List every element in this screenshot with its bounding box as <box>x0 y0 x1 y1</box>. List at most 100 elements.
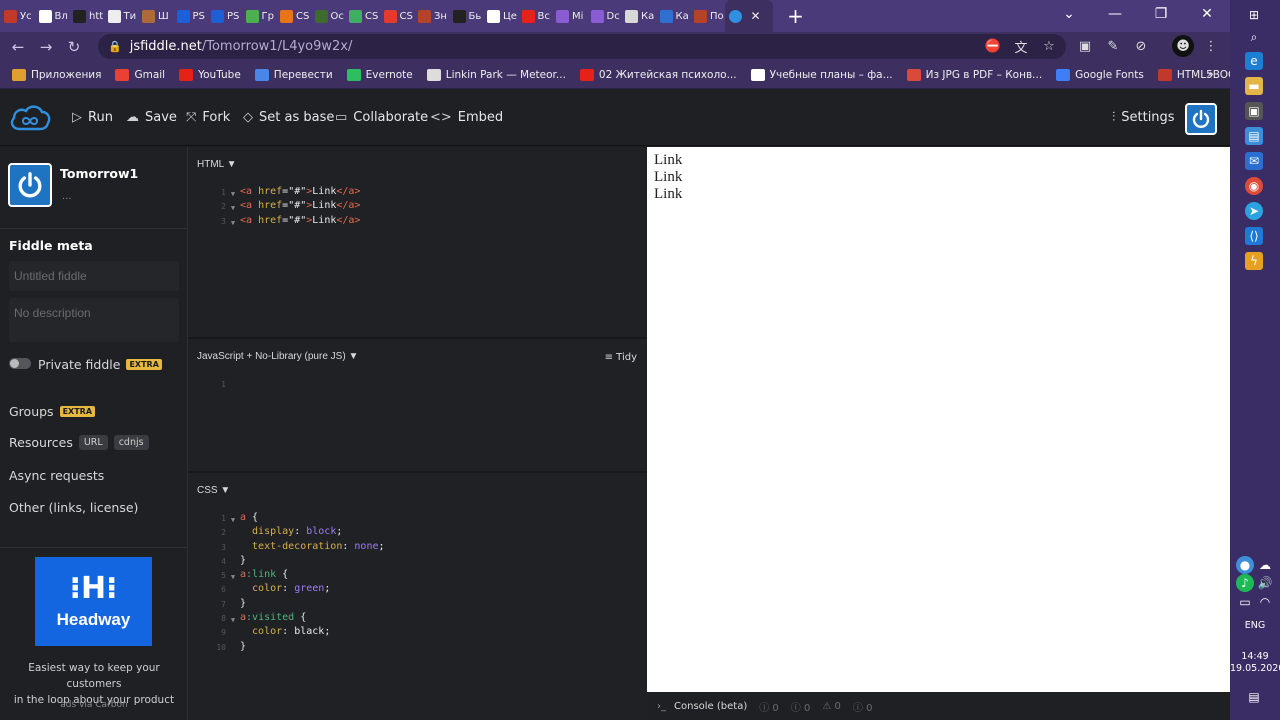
chrome-icon[interactable]: ◉ <box>1245 177 1263 195</box>
back-icon[interactable]: ← <box>4 38 32 56</box>
username[interactable]: Tomorrow1 <box>60 166 138 181</box>
user-menu-button[interactable] <box>1185 103 1217 135</box>
extension-icon[interactable]: ▣ <box>1074 35 1096 57</box>
bookmark-item[interactable]: 02 Житейская психоло... <box>579 68 737 81</box>
sidebar-item-groups[interactable]: Groups EXTRA <box>9 404 96 419</box>
sidebar-item-async[interactable]: Async requests <box>9 468 104 483</box>
sidebar-item-other[interactable]: Other (links, license) <box>9 500 138 515</box>
browser-tab[interactable]: CS <box>276 0 311 32</box>
bookmarks-more-icon[interactable]: » <box>1207 67 1214 81</box>
avatar[interactable] <box>8 163 52 207</box>
js-code[interactable]: 1 <box>208 377 226 391</box>
translate-icon[interactable]: 文 <box>1010 35 1032 57</box>
sidebar-item-resources[interactable]: Resources URL cdnjs <box>9 435 149 450</box>
browser-tab[interactable]: CS <box>345 0 380 32</box>
notifications-icon[interactable]: ▤ <box>1245 688 1263 706</box>
browser-tab[interactable]: Dc <box>587 0 622 32</box>
close-icon[interactable]: ✕ <box>1184 0 1230 32</box>
file-explorer-icon[interactable]: ▬ <box>1245 77 1263 95</box>
volume-icon[interactable]: 🔊 <box>1256 574 1274 592</box>
battery-icon[interactable]: ▭ <box>1236 593 1254 611</box>
carbon-ad-image[interactable]: ⁝H⁝ Headway <box>35 557 152 646</box>
fold-arrow-icon[interactable]: ▼ <box>226 568 240 582</box>
app-icon[interactable]: ϟ <box>1245 252 1263 270</box>
wifi-icon[interactable]: ◠ <box>1256 593 1274 611</box>
search-icon[interactable]: ⌕ <box>1245 28 1263 46</box>
fiddle-description-input[interactable]: No description <box>9 298 179 342</box>
browser-tab[interactable]: По <box>690 0 725 32</box>
spotify-icon[interactable]: ♪ <box>1236 574 1254 592</box>
browser-tab[interactable]: Вл <box>35 0 70 32</box>
minimize-icon[interactable]: — <box>1092 0 1138 32</box>
fold-arrow-icon[interactable]: ▼ <box>226 611 240 625</box>
clock-date[interactable]: 19.05.2020 <box>1230 663 1280 674</box>
vscode-icon[interactable]: ⟨⟩ <box>1245 227 1263 245</box>
tab-close-icon[interactable]: ✕ <box>751 9 761 23</box>
bookmark-item[interactable]: Из JPG в PDF – Конв... <box>906 68 1042 81</box>
edge-icon[interactable]: e <box>1245 52 1263 70</box>
bookmark-item[interactable]: Gmail <box>115 68 165 81</box>
browser-tab[interactable]: Вс <box>518 0 553 32</box>
star-icon[interactable]: ☆ <box>1038 35 1060 57</box>
save-button[interactable]: ☁ Save <box>126 110 177 125</box>
result-link[interactable]: Link <box>654 152 1230 169</box>
browser-tab[interactable]: Ус <box>0 0 35 32</box>
js-panel-title[interactable]: JavaScript + No-Library (pure JS) ▼ <box>197 351 358 362</box>
url-bar[interactable]: 🔒 jsfiddle.net/Tomorrow1/L4yo9w2x/ <box>98 34 1066 59</box>
browser-tab[interactable]: PS <box>207 0 242 32</box>
disabled-extension-icon[interactable]: ⊘ <box>1130 35 1152 57</box>
css-panel-title[interactable]: CSS ▼ <box>197 485 230 496</box>
html-panel-title[interactable]: HTML ▼ <box>197 159 237 170</box>
photos-icon[interactable]: ▤ <box>1245 127 1263 145</box>
language-indicator[interactable]: ENG <box>1230 620 1280 631</box>
forward-icon[interactable]: → <box>32 38 60 56</box>
clock-time[interactable]: 14:49 <box>1230 651 1280 662</box>
fold-arrow-icon[interactable]: ▼ <box>226 214 240 228</box>
result-iframe[interactable]: Link Link Link <box>647 147 1230 692</box>
network-tray-icon[interactable]: ● <box>1236 556 1254 574</box>
profile-avatar-icon[interactable]: ☻ <box>1172 35 1194 57</box>
cloud-tray-icon[interactable]: ☁ <box>1256 556 1274 574</box>
browser-tab[interactable]: Це <box>483 0 518 32</box>
mail-icon[interactable]: ✉ <box>1245 152 1263 170</box>
browser-tab[interactable]: CS <box>380 0 415 32</box>
result-link[interactable]: Link <box>654 169 1230 186</box>
fork-button[interactable]: ⤧ Fork <box>186 110 230 125</box>
browser-tab[interactable]: Ти <box>104 0 139 32</box>
browser-tab[interactable]: Ос <box>311 0 346 32</box>
bookmark-item[interactable]: Evernote <box>346 68 413 81</box>
url-pill[interactable]: URL <box>78 435 108 450</box>
set-as-base-button[interactable]: ◇ Set as base <box>243 110 334 125</box>
store-icon[interactable]: ▣ <box>1245 102 1263 120</box>
browser-tab[interactable]: Бь <box>449 0 484 32</box>
settings-button[interactable]: ⫶ Settings <box>1112 110 1175 125</box>
bookmark-item[interactable]: Linkin Park — Meteor... <box>426 68 566 81</box>
bookmark-item[interactable]: Перевести <box>254 68 333 81</box>
pen-extension-icon[interactable]: ✎ <box>1102 35 1124 57</box>
tidy-button[interactable]: ≡ Tidy <box>605 352 637 363</box>
browser-tab[interactable]: htt <box>69 0 104 32</box>
menu-dots-icon[interactable]: ⋮ <box>1200 35 1222 57</box>
browser-tab[interactable]: Ка <box>656 0 691 32</box>
reload-icon[interactable]: ↻ <box>60 38 88 56</box>
bookmark-item[interactable]: Приложения <box>12 68 101 81</box>
bookmark-item[interactable]: Учебные планы – фа... <box>750 68 893 81</box>
chevron-down-icon[interactable]: ⌄ <box>1046 0 1092 32</box>
private-fiddle-toggle[interactable] <box>9 358 31 369</box>
result-link[interactable]: Link <box>654 186 1230 203</box>
fold-arrow-icon[interactable]: ▼ <box>226 199 240 213</box>
user-more[interactable]: ... <box>62 191 72 202</box>
browser-tab[interactable]: Мі <box>552 0 587 32</box>
browser-tab[interactable]: Ка <box>621 0 656 32</box>
telegram-icon[interactable]: ➤ <box>1245 202 1263 220</box>
html-code[interactable]: 1 ▼ <a href = "#" > Link </a> 2 ▼ <a href = "#" > Link… <box>208 185 360 228</box>
windows-start-icon[interactable]: ⊞ <box>1245 6 1263 24</box>
browser-tab[interactable]: PS <box>173 0 208 32</box>
collaborate-button[interactable]: ▭ Collaborate <box>335 110 428 125</box>
new-tab-button[interactable]: + <box>781 4 811 28</box>
bookmark-item[interactable]: YouTube <box>179 68 241 81</box>
cdnjs-pill[interactable]: cdnjs <box>113 435 149 450</box>
embed-button[interactable]: <> Embed <box>430 110 503 125</box>
fold-arrow-icon[interactable]: ▼ <box>226 185 240 199</box>
browser-tab[interactable]: Зн <box>414 0 449 32</box>
